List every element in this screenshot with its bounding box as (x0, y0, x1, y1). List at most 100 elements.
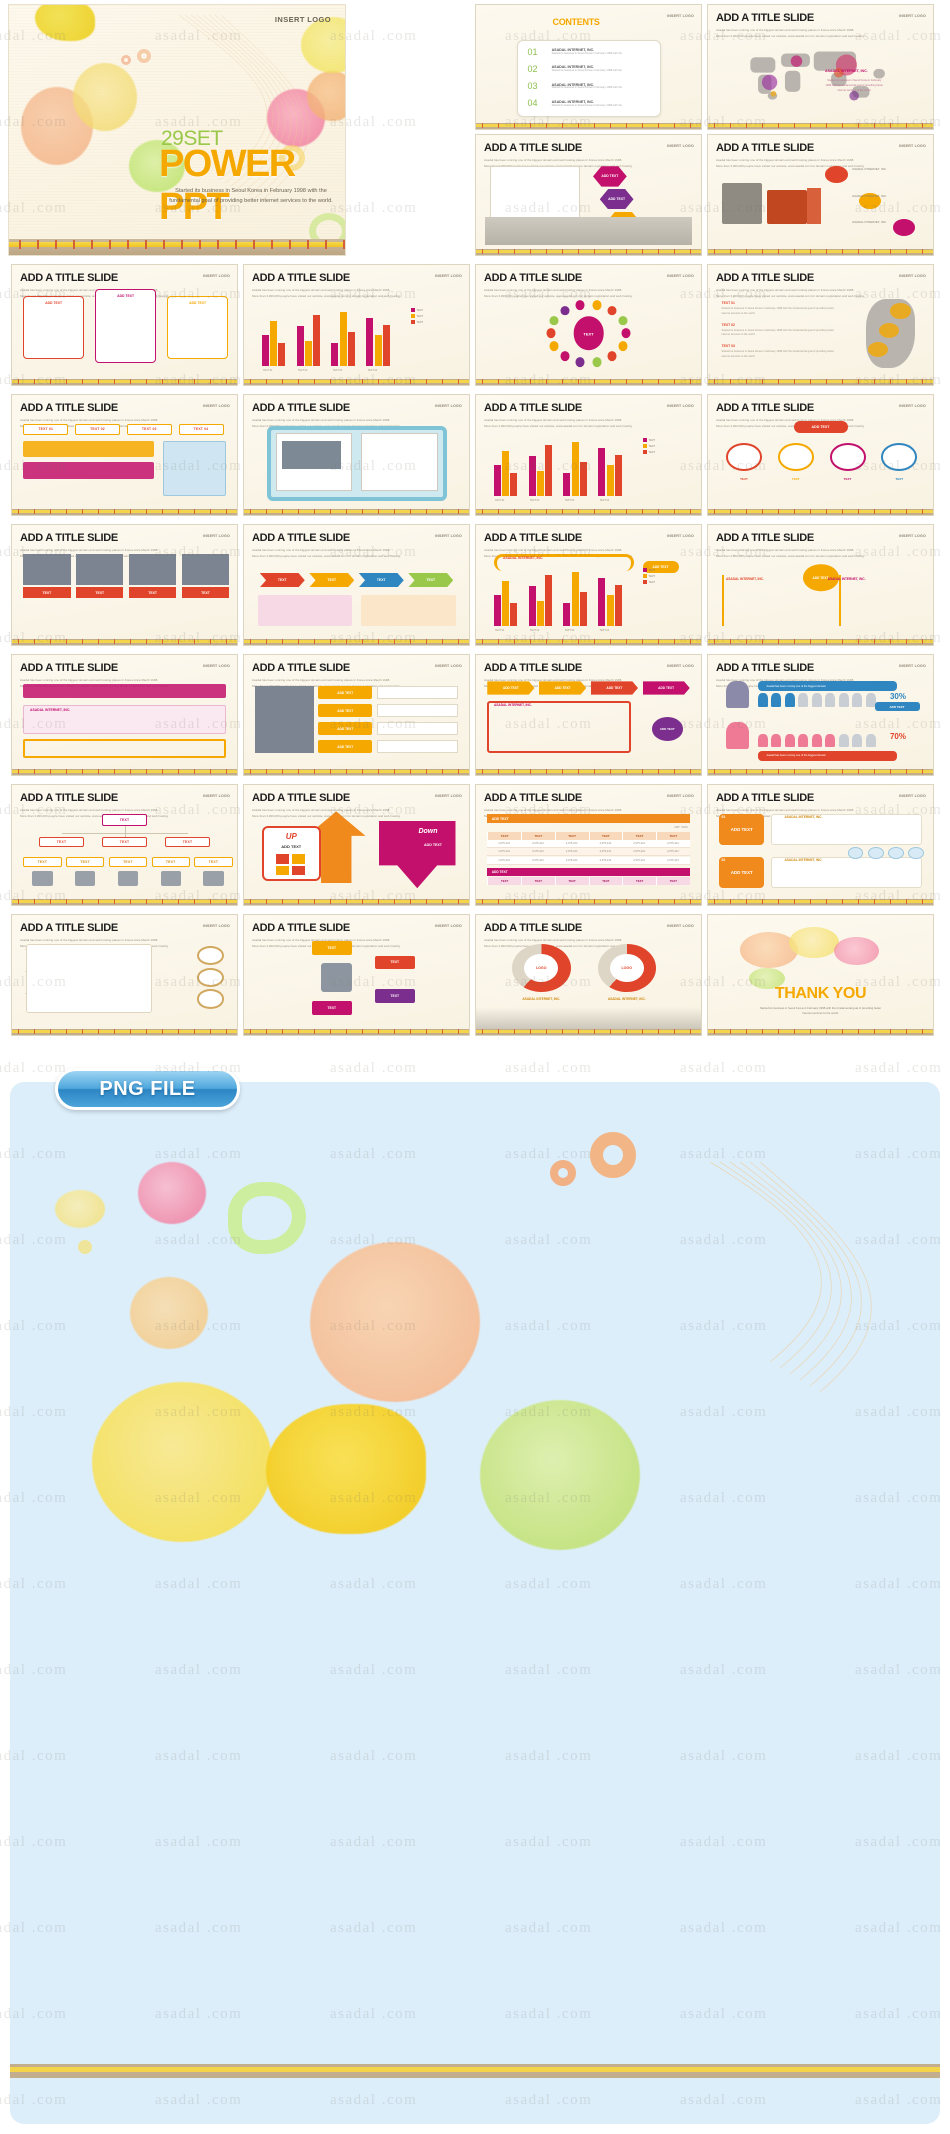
slide-strip-tick (658, 509, 659, 514)
slide-thumbnail-24[interactable]: ADD A TITLE SLIDE INSERT LOGO Asadal has b… (707, 784, 934, 906)
cycle-step[interactable]: TEXT (311, 941, 352, 955)
slide-thumbnail-23[interactable]: ADD A TITLE SLIDE INSERT LOGO Asadal has b… (475, 784, 702, 906)
phone-card[interactable]: ADD TEXT (167, 296, 228, 359)
column-header[interactable]: TEXT 03 (126, 423, 172, 435)
org-root-node[interactable]: TEXT (102, 813, 147, 826)
circle-outline[interactable] (196, 989, 224, 1009)
slide-thumbnail-22[interactable]: ADD A TITLE SLIDE INSERT LOGO Asadal has b… (243, 784, 470, 906)
slide-thumbnail-26[interactable]: ADD A TITLE SLIDE INSERT LOGO Asadal has b… (243, 914, 470, 1036)
slide-thumbnail-13[interactable]: ADD A TITLE SLIDE INSERT LOGO Asadal has b… (11, 524, 238, 646)
slide-thumbnail-12[interactable]: ADD A TITLE SLIDE INSERT LOGO Asadal has b… (707, 394, 934, 516)
slide-thumbnail-2[interactable]: ADD A TITLE SLIDE INSERT LOGO Asadal has b… (707, 4, 934, 130)
slide-strip-tick (346, 899, 347, 904)
flow-arrow[interactable]: ADD TEXT (487, 681, 535, 695)
slide-thumbnail-10[interactable]: ADD A TITLE SLIDE INSERT LOGO Asadal has b… (243, 394, 470, 516)
chevron-step[interactable]: TEXT (309, 573, 355, 588)
circle-outline[interactable] (196, 946, 224, 966)
org-leaf-node[interactable]: TEXT (23, 857, 62, 867)
org-leaf-node[interactable]: TEXT (194, 857, 233, 867)
cycle-step[interactable]: TEXT (311, 1001, 352, 1015)
slide-thumbnail-7[interactable]: ADD A TITLE SLIDE INSERT LOGO Asadal has b… (475, 264, 702, 386)
stat-bottom-value: 70% (889, 731, 906, 741)
slide-thumbnail-9[interactable]: ADD A TITLE SLIDE INSERT LOGO Asadal has b… (11, 394, 238, 516)
gauge-center-label: LOGO (609, 953, 644, 982)
org-leaf-node[interactable]: TEXT (66, 857, 105, 867)
slide-strip-tick (282, 379, 283, 384)
org-mid-node[interactable]: TEXT (165, 836, 210, 848)
slide-thumbnail-17[interactable]: ADD A TITLE SLIDE INSERT LOGO Asadal has b… (11, 654, 238, 776)
png-file-tab[interactable]: PNG FILE (55, 1068, 240, 1110)
slide-thumbnail-4[interactable]: ADD A TITLE SLIDE INSERT LOGO Asadal has b… (707, 134, 934, 256)
slide-strip-tick (210, 509, 211, 514)
four-circle[interactable] (829, 443, 866, 471)
up-card[interactable]: UP ADD TEXT (262, 825, 321, 881)
four-circle[interactable] (777, 443, 814, 471)
slide-thumbnail-8[interactable]: ADD A TITLE SLIDE INSERT LOGO Asadal has b… (707, 264, 934, 386)
photo-caption-bar[interactable]: TEXT (23, 587, 71, 599)
slide-strip-tick (330, 639, 331, 644)
slide-thumbnail-15[interactable]: ADD A TITLE SLIDE INSERT LOGO Asadal has b… (475, 524, 702, 646)
slide-title: ADD A TITLE SLIDE (20, 532, 118, 544)
slide-thumbnail-14[interactable]: ADD A TITLE SLIDE INSERT LOGO Asadal has b… (243, 524, 470, 646)
slide-strip-tick (82, 379, 83, 384)
org-mid-node[interactable]: TEXT (39, 836, 84, 848)
circle-badge[interactable] (825, 166, 848, 183)
four-circle[interactable] (726, 443, 762, 471)
slide-thumbnail-19[interactable]: ADD A TITLE SLIDE INSERT LOGO Asadal has b… (475, 654, 702, 776)
flow-arrow[interactable]: ADD TEXT (642, 681, 690, 695)
slide-thumbnail-3[interactable]: ADD A TITLE SLIDE INSERT LOGO Asadal has b… (475, 134, 702, 256)
four-circle[interactable] (881, 443, 918, 471)
slide-strip-tick (890, 249, 891, 254)
slide-thumbnail-5[interactable]: ADD A TITLE SLIDE INSERT LOGO Asadal has b… (11, 264, 238, 386)
phone-card[interactable]: ADD TEXT (23, 296, 84, 359)
photo-caption-bar[interactable]: TEXT (181, 587, 230, 599)
slide-thumbnail-6[interactable]: ADD A TITLE SLIDE INSERT LOGO Asadal has b… (243, 264, 470, 386)
slide-thumbnail-20[interactable]: ADD A TITLE SLIDE INSERT LOGO Asadal has b… (707, 654, 934, 776)
gauge-ring: LOGO (512, 943, 571, 992)
photo-caption-bar[interactable]: TEXT (76, 587, 124, 599)
slide-strip-tick (282, 769, 283, 774)
chevron-step[interactable]: TEXT (358, 573, 404, 588)
slide-thumbnail-1[interactable]: INSERT LOGO 01 ASADAL INTERNET, INC. Starte… (475, 4, 702, 130)
person-glyph (798, 693, 809, 707)
photo-list-button[interactable]: ADD TEXT (318, 686, 373, 700)
circle-badge[interactable] (892, 219, 915, 236)
slide-thumbnail-18[interactable]: ADD A TITLE SLIDE INSERT LOGO Asadal has b… (243, 654, 470, 776)
slide-strip-tick (578, 769, 579, 774)
org-leaf-node[interactable]: TEXT (151, 857, 190, 867)
photo-caption-bar[interactable]: TEXT (129, 587, 177, 599)
photo-list-button[interactable]: ADD TEXT (318, 722, 373, 736)
radial-center[interactable]: TEXT (573, 316, 604, 351)
chevron-step[interactable]: TEXT (259, 573, 305, 588)
slide-thumbnail-11[interactable]: ADD A TITLE SLIDE INSERT LOGO Asadal has b… (475, 394, 702, 516)
flow-arrow[interactable]: ADD TEXT (590, 681, 638, 695)
slide-thumbnail-27[interactable]: ADD A TITLE SLIDE INSERT LOGO Asadal has b… (475, 914, 702, 1036)
phone-card[interactable]: ADD TEXT (95, 289, 156, 364)
cycle-step[interactable]: TEXT (374, 955, 415, 969)
gear-left-title: ASADAL INTERNET, INC. (726, 576, 764, 581)
slide-bottom-strip (244, 509, 469, 515)
numbered-tile[interactable]: ADD TEXT (719, 813, 765, 845)
slide-bottom-strip (12, 769, 237, 775)
photo-list-button[interactable]: ADD TEXT (318, 704, 373, 718)
chevron-step[interactable]: TEXT (408, 573, 454, 588)
photo-list-button[interactable]: ADD TEXT (318, 740, 373, 754)
slide-strip-tick (34, 769, 35, 774)
column-header[interactable]: TEXT 02 (75, 423, 120, 435)
numbered-tile[interactable]: ADD TEXT (719, 857, 765, 889)
slide-thumbnail-16[interactable]: ADD A TITLE SLIDE INSERT LOGO Asadal has b… (707, 524, 934, 646)
org-mid-node[interactable]: TEXT (102, 836, 147, 848)
slide-thumbnail-21[interactable]: ADD A TITLE SLIDE INSERT LOGO Asadal has b… (11, 784, 238, 906)
slide-strip-tick (890, 899, 891, 904)
slide-strip-bar (244, 640, 469, 643)
column-header[interactable]: TEXT 01 (23, 423, 69, 435)
flow-arrow[interactable]: ADD TEXT (539, 681, 587, 695)
cycle-step[interactable]: TEXT (374, 989, 415, 1003)
slide-thumbnail-25[interactable]: ADD A TITLE SLIDE INSERT LOGO Asadal has b… (11, 914, 238, 1036)
column-header[interactable]: TEXT 04 (178, 423, 224, 435)
slide-strip-tick (922, 509, 923, 514)
stat-top-badge[interactable]: ADD TEXT (874, 701, 920, 712)
circle-outline[interactable] (196, 967, 224, 987)
slide-thumbnail-28[interactable]: THANK YOU Started its business in Seoul K… (707, 914, 934, 1036)
org-leaf-node[interactable]: TEXT (108, 857, 147, 867)
